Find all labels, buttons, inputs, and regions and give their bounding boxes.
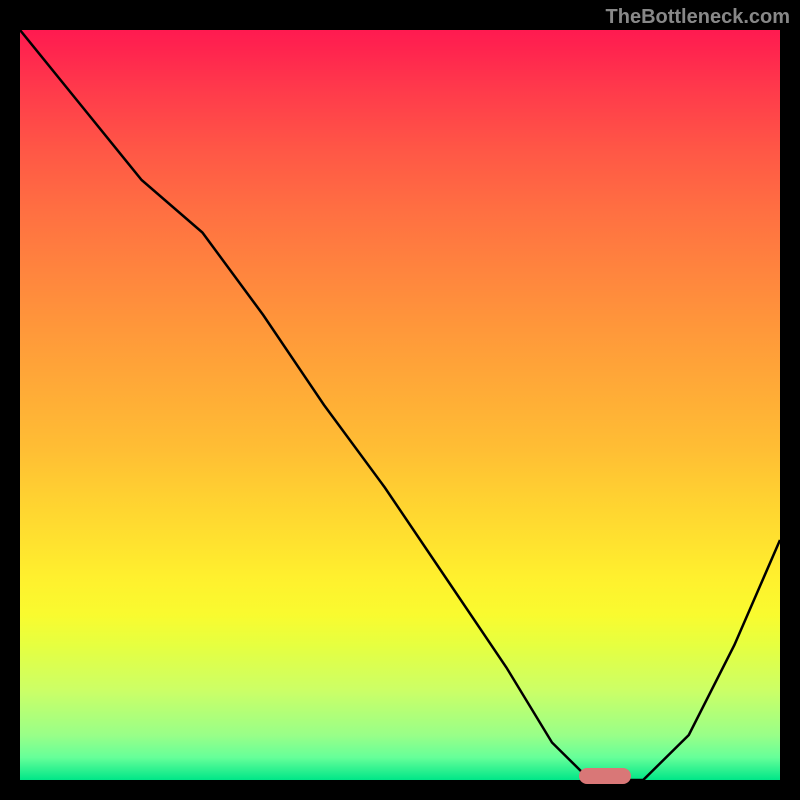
optimal-marker bbox=[579, 768, 631, 784]
watermark-text: TheBottleneck.com bbox=[606, 6, 790, 29]
bottleneck-curve bbox=[20, 30, 780, 780]
plot-area bbox=[20, 30, 780, 780]
